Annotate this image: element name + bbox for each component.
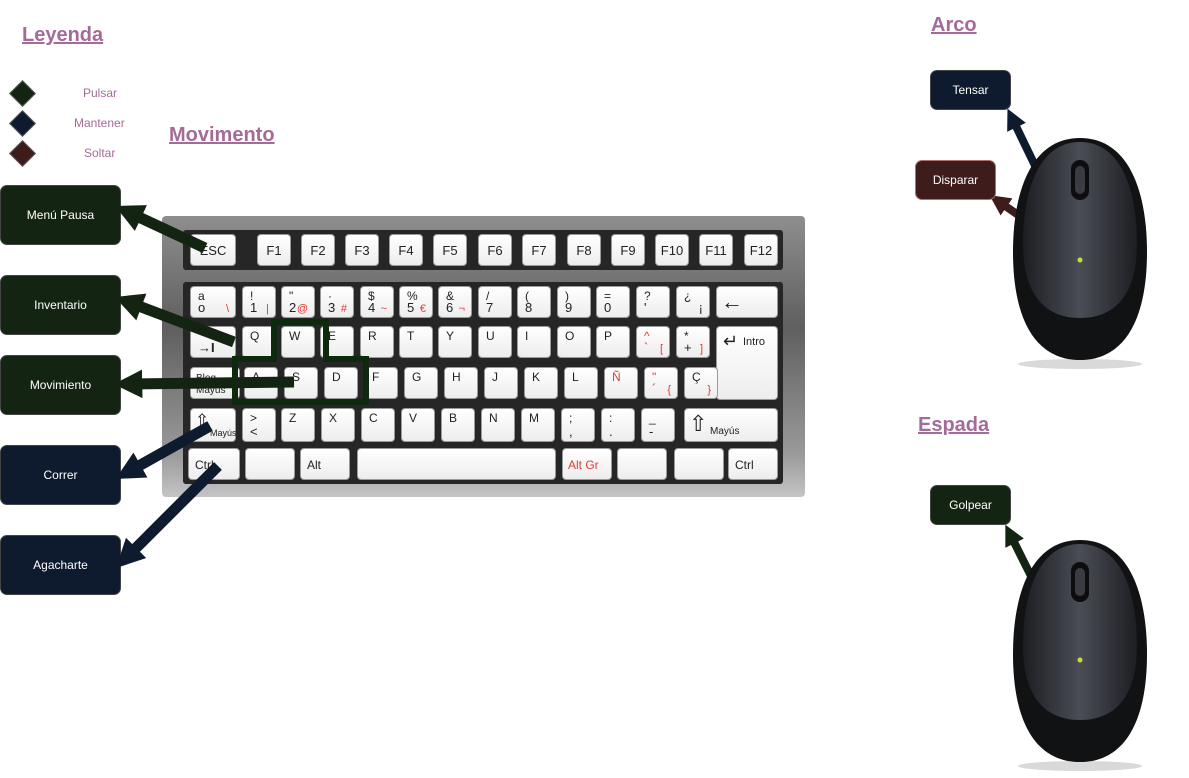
action-golpear: Golpear bbox=[930, 485, 1011, 525]
arrow-ctrl-to-agacharte bbox=[115, 462, 222, 569]
arrow-esc-to-menu-pausa bbox=[115, 205, 208, 253]
mouse-arco-icon bbox=[1013, 138, 1147, 369]
arrow-tab-to-inventario bbox=[114, 293, 236, 348]
action-disparar: Disparar bbox=[915, 160, 996, 200]
action-tensar: Tensar bbox=[930, 70, 1011, 110]
wasd-highlight bbox=[232, 319, 369, 405]
arrow-shift-to-correr bbox=[115, 421, 213, 479]
mouse-espada-icon bbox=[1013, 540, 1147, 771]
arrow-wasd-to-movimiento bbox=[113, 369, 295, 399]
